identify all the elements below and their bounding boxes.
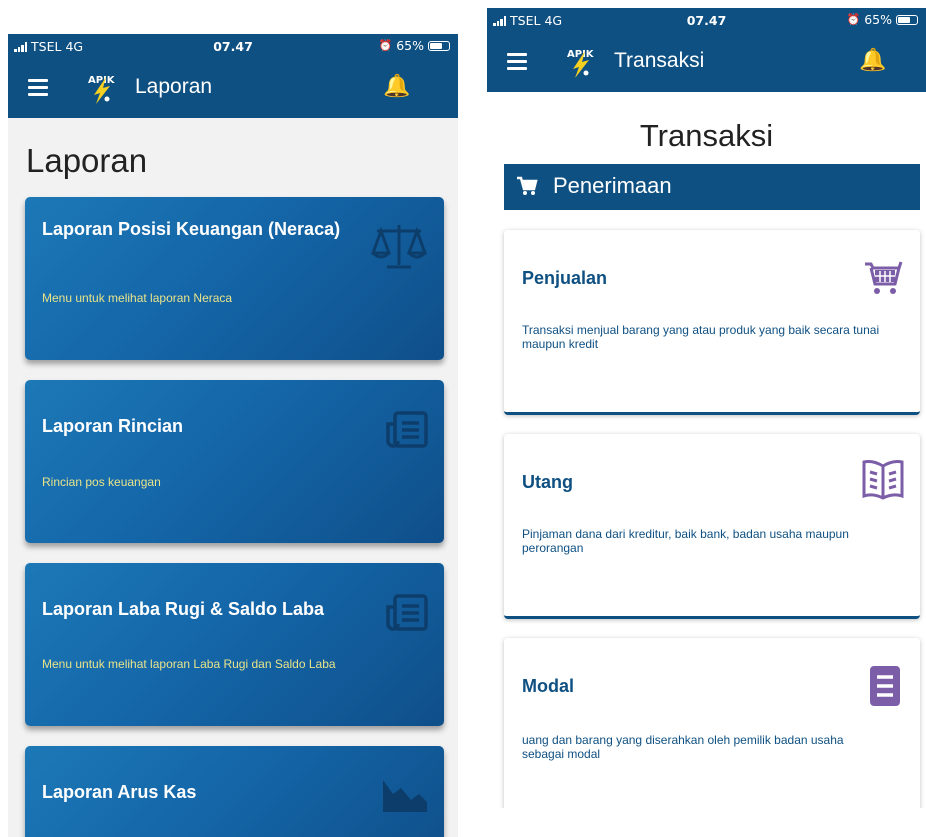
battery-indicator: ⏰ 65% [846, 12, 918, 27]
menu-icon[interactable] [28, 79, 48, 100]
battery-indicator: ⏰ 65% [378, 38, 450, 53]
card-modal[interactable]: Modal uang dan barang yang diserahkan ol… [504, 638, 920, 808]
signal-bars-icon [493, 15, 506, 26]
apik-logo: APIK [88, 75, 116, 104]
card-laporan-arus-kas[interactable]: Laporan Arus Kas [25, 746, 444, 837]
card-laporan-neraca[interactable]: Laporan Posisi Keuangan (Neraca) Menu un… [25, 197, 444, 360]
app-bar: APIK Laporan 🔔 [8, 58, 458, 118]
status-bar: TSEL 4G 07.47 ⏰ 65% [487, 8, 926, 32]
card-title: Utang [522, 472, 573, 492]
network-label: 4G [65, 39, 84, 54]
clock: 07.47 [213, 39, 253, 54]
card-penjualan[interactable]: Penjualan Transaksi menjual barang yang … [504, 230, 920, 415]
card-title: Laporan Arus Kas [42, 782, 197, 802]
balance-scale-icon [371, 225, 427, 269]
signal-bars-icon [14, 41, 27, 52]
card-utang[interactable]: Utang Pinjaman dana dari kreditur, baik … [504, 434, 920, 619]
apik-logo: APIK [567, 49, 595, 78]
card-description: Menu untuk melihat laporan Neraca [42, 291, 233, 305]
battery-percent: 65% [864, 12, 892, 27]
app-bar-title: Laporan [135, 75, 213, 98]
menu-icon[interactable] [507, 53, 527, 74]
alarm-icon: ⏰ [378, 39, 393, 52]
card-laporan-laba-rugi[interactable]: Laporan Laba Rugi & Saldo Laba Menu untu… [25, 563, 444, 726]
battery-icon [896, 14, 918, 25]
card-description: Menu untuk melihat laporan Laba Rugi dan… [42, 657, 336, 671]
card-title: Laporan Posisi Keuangan (Neraca) [42, 219, 341, 239]
carrier-label: TSEL [31, 39, 62, 54]
network-label: 4G [544, 13, 563, 28]
card-title: Modal [522, 676, 574, 696]
card-description: uang dan barang yang diserahkan oleh pem… [522, 733, 844, 761]
section-header-penerimaan: Penerimaan [504, 164, 920, 210]
card-description: Transaksi menjual barang yang atau produ… [522, 323, 880, 351]
signal-indicator: TSEL 4G [14, 39, 83, 54]
area-chart-icon [383, 780, 427, 812]
card-title: Laporan Laba Rugi & Saldo Laba [42, 599, 325, 619]
page-title: Laporan [26, 142, 148, 179]
newspaper-icon [386, 411, 428, 448]
clock: 07.47 [686, 13, 727, 28]
newspaper-icon [386, 594, 428, 631]
app-bar: APIK Transaksi 🔔 [487, 32, 926, 92]
alarm-icon: ⏰ [846, 13, 861, 26]
card-description: Rincian pos keuangan [42, 475, 161, 489]
carrier-label: TSEL [510, 13, 541, 28]
card-title: Laporan Rincian [42, 416, 184, 436]
status-bar: TSEL 4G 07.47 ⏰ 65% [8, 34, 458, 58]
section-title: Penerimaan [553, 173, 672, 198]
card-title: Penjualan [522, 268, 608, 288]
document-list-icon [870, 666, 900, 706]
shopping-cart-icon [865, 261, 903, 294]
notification-bell-icon[interactable]: 🔔 [383, 75, 410, 99]
card-description: Pinjaman dana dari kreditur, baik bank, … [522, 527, 849, 555]
battery-percent: 65% [396, 38, 424, 53]
cart-icon [517, 176, 538, 195]
book-icon [862, 460, 904, 500]
battery-icon [428, 40, 450, 51]
page-title: Transaksi [639, 118, 774, 153]
card-laporan-rincian[interactable]: Laporan Rincian Rincian pos keuangan [25, 380, 444, 543]
signal-indicator: TSEL 4G [493, 13, 562, 28]
transaksi-screen: TSEL 4G 07.47 ⏰ 65% APIK Transaksi 🔔 Tra… [487, 8, 926, 808]
laporan-screen: TSEL 4G 07.47 ⏰ 65% APIK Laporan 🔔 Lapor… [8, 34, 458, 837]
notification-bell-icon[interactable]: 🔔 [859, 49, 886, 73]
app-bar-title: Transaksi [614, 49, 705, 72]
